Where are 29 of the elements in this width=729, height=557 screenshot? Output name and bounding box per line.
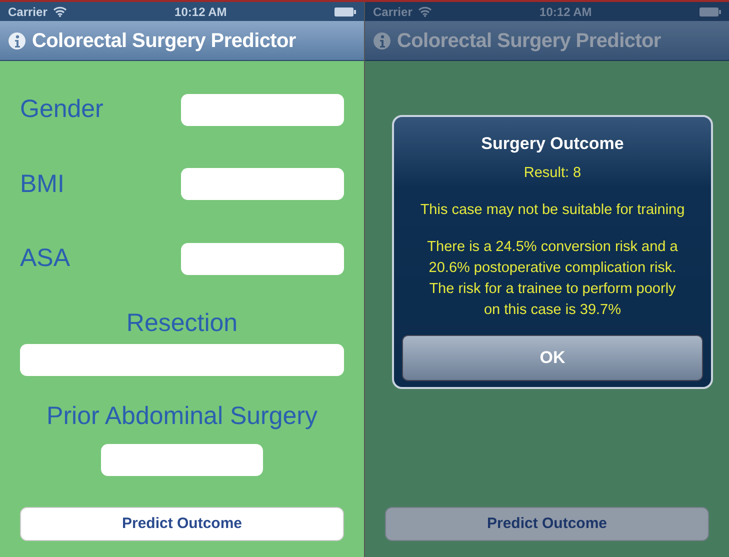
field-label: Gender (20, 94, 104, 125)
battery-icon (334, 6, 356, 16)
ok-button[interactable]: OK (402, 334, 703, 380)
result-text: Result: 8 (522, 164, 582, 182)
field-label: Prior Abdominal Surgery (46, 401, 318, 432)
field-label: ASA (20, 243, 70, 274)
predict-outcome-button[interactable]: Predict Outcome (385, 507, 709, 541)
field-label: Resection (126, 308, 238, 338)
field-label: BMI (20, 168, 64, 200)
carrier-label: Carrier (8, 4, 48, 20)
predict-outcome-button[interactable]: Predict Outcome (20, 507, 344, 541)
wifi-icon (53, 6, 68, 17)
status-time: 10:12 AM (174, 4, 228, 20)
input-field[interactable] (20, 344, 344, 376)
carrier-label: Carrier (373, 4, 412, 20)
alert-message: There is a 24.5% conversion risk and a 20.6% postoperative complication risk. The risk for a trainee to perform poorly on this case is 39.7% (426, 238, 679, 320)
input-field[interactable] (181, 242, 344, 275)
nav-title: Colorectal Surgery Predictor (32, 28, 296, 54)
info-icon[interactable] (373, 32, 391, 50)
input-field[interactable] (181, 94, 344, 126)
info-icon[interactable] (8, 32, 26, 50)
alert-message: This case may not be suitable for training (419, 200, 686, 220)
input-field[interactable] (181, 168, 344, 200)
nav-title: Colorectal Surgery Predictor (397, 28, 661, 54)
wifi-icon (418, 6, 432, 17)
status-time: 10:12 AM (538, 4, 593, 20)
input-field[interactable] (101, 444, 263, 476)
alert-title: Surgery Outcome (480, 133, 625, 155)
battery-icon (699, 6, 721, 16)
